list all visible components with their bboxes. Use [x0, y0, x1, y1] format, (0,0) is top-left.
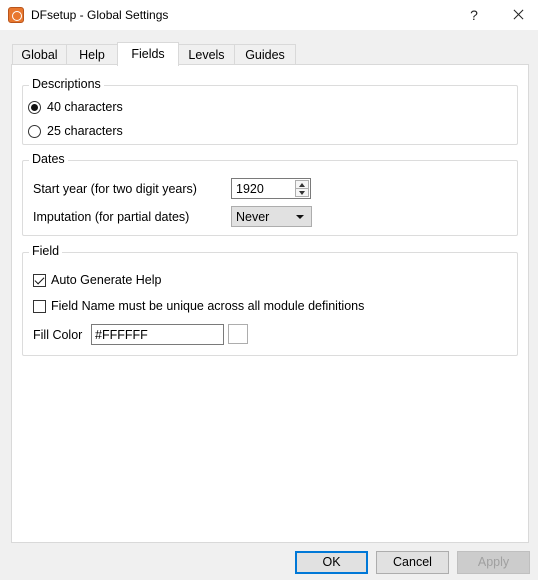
imputation-value: Never	[236, 210, 270, 224]
auto-generate-help-checkbox[interactable]	[33, 274, 46, 287]
dates-group-title: Dates	[29, 152, 68, 166]
dates-group: Dates Start year (for two digit years) 1…	[22, 152, 518, 236]
chevron-down-icon	[296, 215, 304, 219]
radio-40-characters-label: 40 characters	[47, 100, 123, 114]
descriptions-group-title: Descriptions	[29, 77, 104, 91]
cancel-button[interactable]: Cancel	[376, 551, 449, 574]
fill-color-label: Fill Color	[33, 328, 83, 342]
radio-40-characters[interactable]	[28, 101, 41, 114]
window-title: DFsetup - Global Settings	[31, 8, 169, 22]
spin-arrows-icon[interactable]	[295, 180, 309, 197]
unique-field-name-checkbox[interactable]	[33, 300, 46, 313]
dfsetup-app-icon	[8, 7, 24, 23]
tab-global[interactable]: Global	[12, 44, 67, 65]
field-group-title: Field	[29, 244, 63, 258]
start-year-spinbox[interactable]: 1920	[231, 178, 311, 199]
fill-color-swatch[interactable]	[228, 324, 248, 344]
start-year-value: 1920	[236, 182, 264, 196]
tab-levels[interactable]: Levels	[178, 44, 235, 65]
tab-guides[interactable]: Guides	[234, 44, 296, 65]
field-group: Field Auto Generate Help Field Name must…	[22, 244, 518, 356]
title-bar: DFsetup - Global Settings ?	[0, 0, 538, 30]
apply-button[interactable]: Apply	[457, 551, 530, 574]
tab-help[interactable]: Help	[66, 44, 118, 65]
fill-color-input[interactable]: #FFFFFF	[91, 324, 224, 345]
descriptions-group: Descriptions 40 characters 25 characters	[22, 77, 518, 145]
imputation-dropdown[interactable]: Never	[231, 206, 312, 227]
fill-color-value: #FFFFFF	[95, 328, 148, 342]
ok-button[interactable]: OK	[295, 551, 368, 574]
auto-generate-help-label: Auto Generate Help	[51, 273, 162, 287]
imputation-label: Imputation (for partial dates)	[33, 210, 190, 224]
radio-25-characters[interactable]	[28, 125, 41, 138]
unique-field-name-label: Field Name must be unique across all mod…	[51, 299, 365, 313]
tab-fields[interactable]: Fields	[117, 42, 179, 66]
start-year-label: Start year (for two digit years)	[33, 182, 197, 196]
fields-tab-panel: Descriptions 40 characters 25 characters…	[11, 64, 529, 543]
help-button[interactable]: ?	[462, 5, 486, 25]
global-settings-window: DFsetup - Global Settings ? Global Help …	[0, 0, 538, 580]
close-icon[interactable]	[502, 3, 534, 27]
radio-25-characters-label: 25 characters	[47, 124, 123, 138]
